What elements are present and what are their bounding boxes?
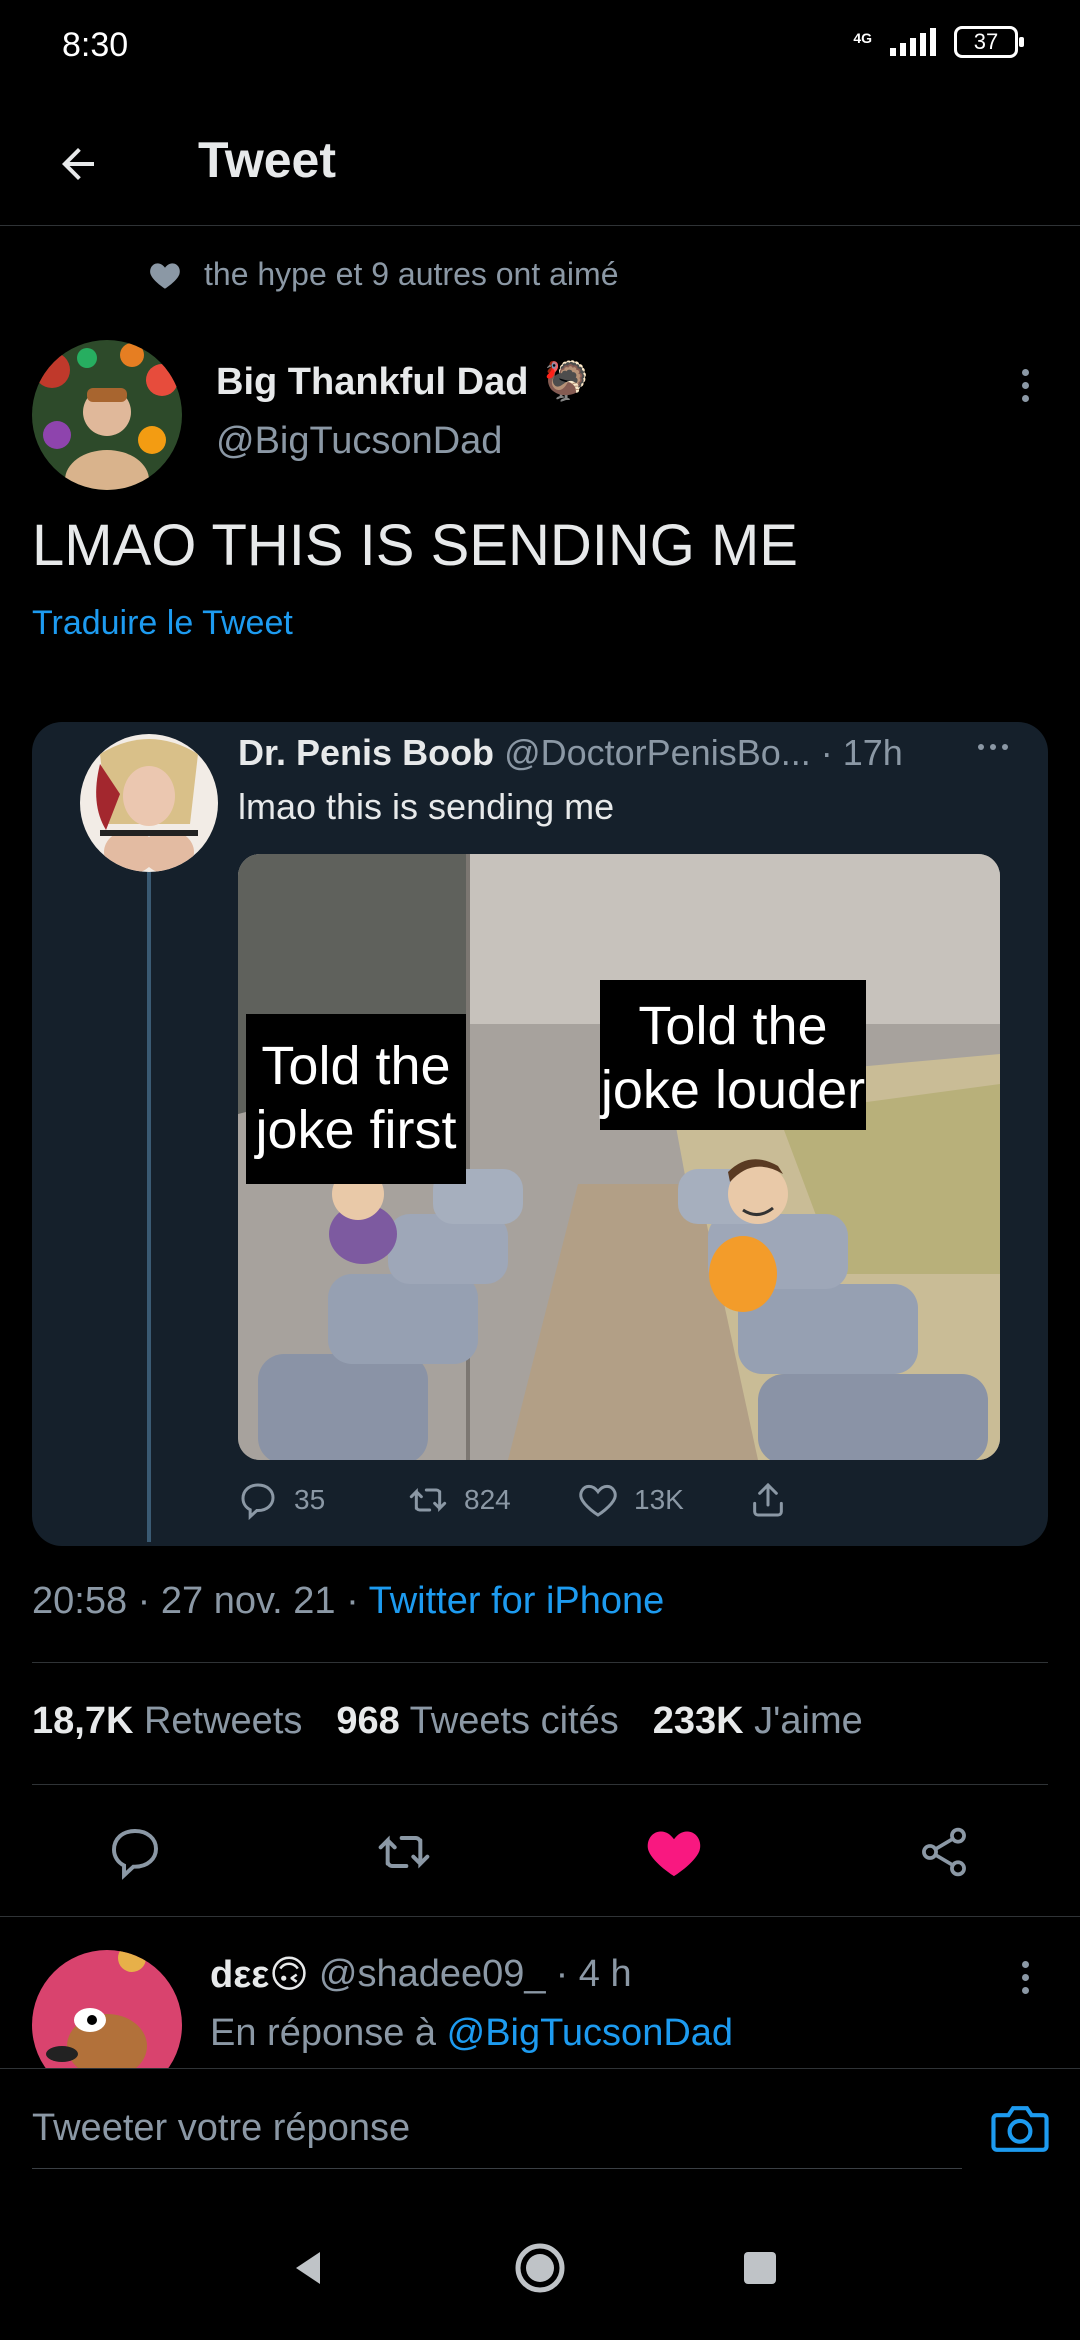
social-context[interactable]: the hype et 9 autres ont aimé — [148, 256, 618, 293]
quoted-retweet-button[interactable]: 824 — [408, 1480, 578, 1520]
nav-back-button[interactable] — [270, 2228, 350, 2308]
divider — [32, 1662, 1048, 1663]
tweet-text: LMAO THIS IS SENDING ME — [32, 513, 798, 578]
likes-stat[interactable]: 233K J'aime — [653, 1700, 863, 1743]
divider — [0, 1916, 1080, 1917]
turkey-emoji: 🦃 — [542, 361, 590, 403]
quoted-like-count: 13K — [634, 1484, 684, 1515]
meme-image: Told the joke first Told the joke louder — [238, 854, 1000, 1460]
replying-to: En réponse à @BigTucsonDad — [210, 2012, 733, 2055]
reply-prefix: En réponse à — [210, 2012, 437, 2054]
author-name-text: Big Thankful Dad — [216, 360, 529, 403]
divider — [32, 1784, 1048, 1785]
signal-icon — [890, 28, 936, 56]
translate-link[interactable]: Traduire le Tweet — [32, 604, 293, 643]
status-time: 8:30 — [62, 26, 129, 64]
compose-bar — [0, 2068, 1080, 2202]
tweet-stats: 18,7K Retweets 968 Tweets cités 233K J'a… — [32, 1700, 863, 1743]
retweet-icon — [378, 1835, 430, 1869]
quoted-tweet-text: lmao this is sending me — [238, 786, 615, 827]
retweet-button[interactable] — [364, 1812, 444, 1892]
social-context-text: the hype et 9 autres ont aimé — [204, 256, 619, 292]
reply-author-name[interactable]: dεε🙃 — [210, 1952, 309, 1997]
author-handle[interactable]: @BigTucsonDad — [216, 420, 502, 463]
quoted-like-button[interactable]: 13K — [578, 1480, 748, 1520]
camera-icon — [991, 2106, 1049, 2152]
circle-home-icon — [515, 2243, 565, 2293]
tweet-date: 27 nov. 21 — [160, 1580, 336, 1622]
reply-icon — [112, 1829, 158, 1880]
quoted-tweet-card[interactable]: Dr. Penis Boob @DoctorPenisBo... · 17h l… — [32, 722, 1048, 1546]
reply-more-options-button[interactable] — [1008, 1952, 1042, 2002]
camera-button[interactable] — [988, 2097, 1052, 2161]
quotes-stat[interactable]: 968 Tweets cités — [336, 1700, 618, 1743]
quoted-tweet-header: Dr. Penis Boob @DoctorPenisBo... · 17h — [238, 732, 1028, 774]
square-recents-icon — [744, 2252, 776, 2284]
thread-line — [147, 872, 151, 1542]
tweet-timestamp: 20:58 · 27 nov. 21 · Twitter for iPhone — [32, 1580, 665, 1622]
triangle-back-icon — [296, 2252, 320, 2284]
reply-to-handle[interactable]: @BigTucsonDad — [447, 2012, 733, 2054]
quoted-reply-count: 35 — [294, 1484, 326, 1515]
share-button[interactable] — [904, 1812, 984, 1892]
tweet-time: 20:58 — [32, 1580, 128, 1622]
quoted-tweet-age: · 17h — [820, 732, 903, 773]
share-icon — [922, 1827, 966, 1877]
retweet-icon — [409, 1488, 447, 1512]
reply-author-handle[interactable]: @shadee09_ — [319, 1953, 546, 1996]
reply-icon — [241, 1483, 275, 1520]
quoted-author-handle[interactable]: @DoctorPenisBo... — [504, 732, 811, 773]
quoted-retweet-count: 824 — [464, 1484, 511, 1515]
retweets-stat[interactable]: 18,7K Retweets — [32, 1700, 302, 1743]
heart-icon — [150, 262, 180, 289]
reply-button[interactable] — [95, 1812, 175, 1892]
heart-filled-icon — [647, 1831, 701, 1877]
network-type: 4G — [853, 30, 872, 46]
heart-outline-icon — [579, 1484, 617, 1517]
avatar-image — [32, 340, 182, 490]
quoted-author-avatar[interactable] — [80, 734, 218, 872]
reply-header: dεε🙃 @shadee09_ · 4 h — [210, 1952, 632, 1997]
avatar-image — [80, 734, 218, 872]
system-nav-bar — [0, 2202, 1080, 2340]
author-avatar[interactable] — [32, 340, 182, 490]
quoted-share-button[interactable] — [748, 1480, 918, 1520]
status-indicators: 4G 37 — [853, 26, 1024, 58]
quoted-tweet-actions: 35 824 13K — [238, 1480, 918, 1520]
quoted-more-options-button[interactable] — [978, 744, 1008, 750]
battery-icon: 37 — [954, 26, 1024, 58]
arrow-left-icon — [62, 148, 94, 180]
page-title: Tweet — [198, 132, 336, 188]
quoted-tweet-image[interactable]: Told the joke first Told the joke louder — [238, 854, 1000, 1460]
tweet-source[interactable]: Twitter for iPhone — [369, 1580, 665, 1622]
author-name[interactable]: Big Thankful Dad 🦃 — [216, 360, 590, 404]
quoted-reply-button[interactable]: 35 — [238, 1480, 408, 1520]
battery-level: 37 — [973, 29, 999, 54]
top-app-bar: Tweet — [0, 110, 1080, 226]
back-button[interactable] — [40, 126, 116, 202]
nav-home-button[interactable] — [500, 2228, 580, 2308]
reply-age: · 4 h — [555, 1953, 632, 1995]
reply-input[interactable] — [32, 2089, 962, 2169]
more-options-button[interactable] — [1008, 360, 1042, 410]
nav-recents-button[interactable] — [720, 2228, 800, 2308]
like-button[interactable] — [634, 1812, 714, 1892]
tweet-actions — [0, 1812, 1080, 1892]
quoted-author-name[interactable]: Dr. Penis Boob — [238, 732, 494, 773]
share-icon — [753, 1482, 783, 1517]
